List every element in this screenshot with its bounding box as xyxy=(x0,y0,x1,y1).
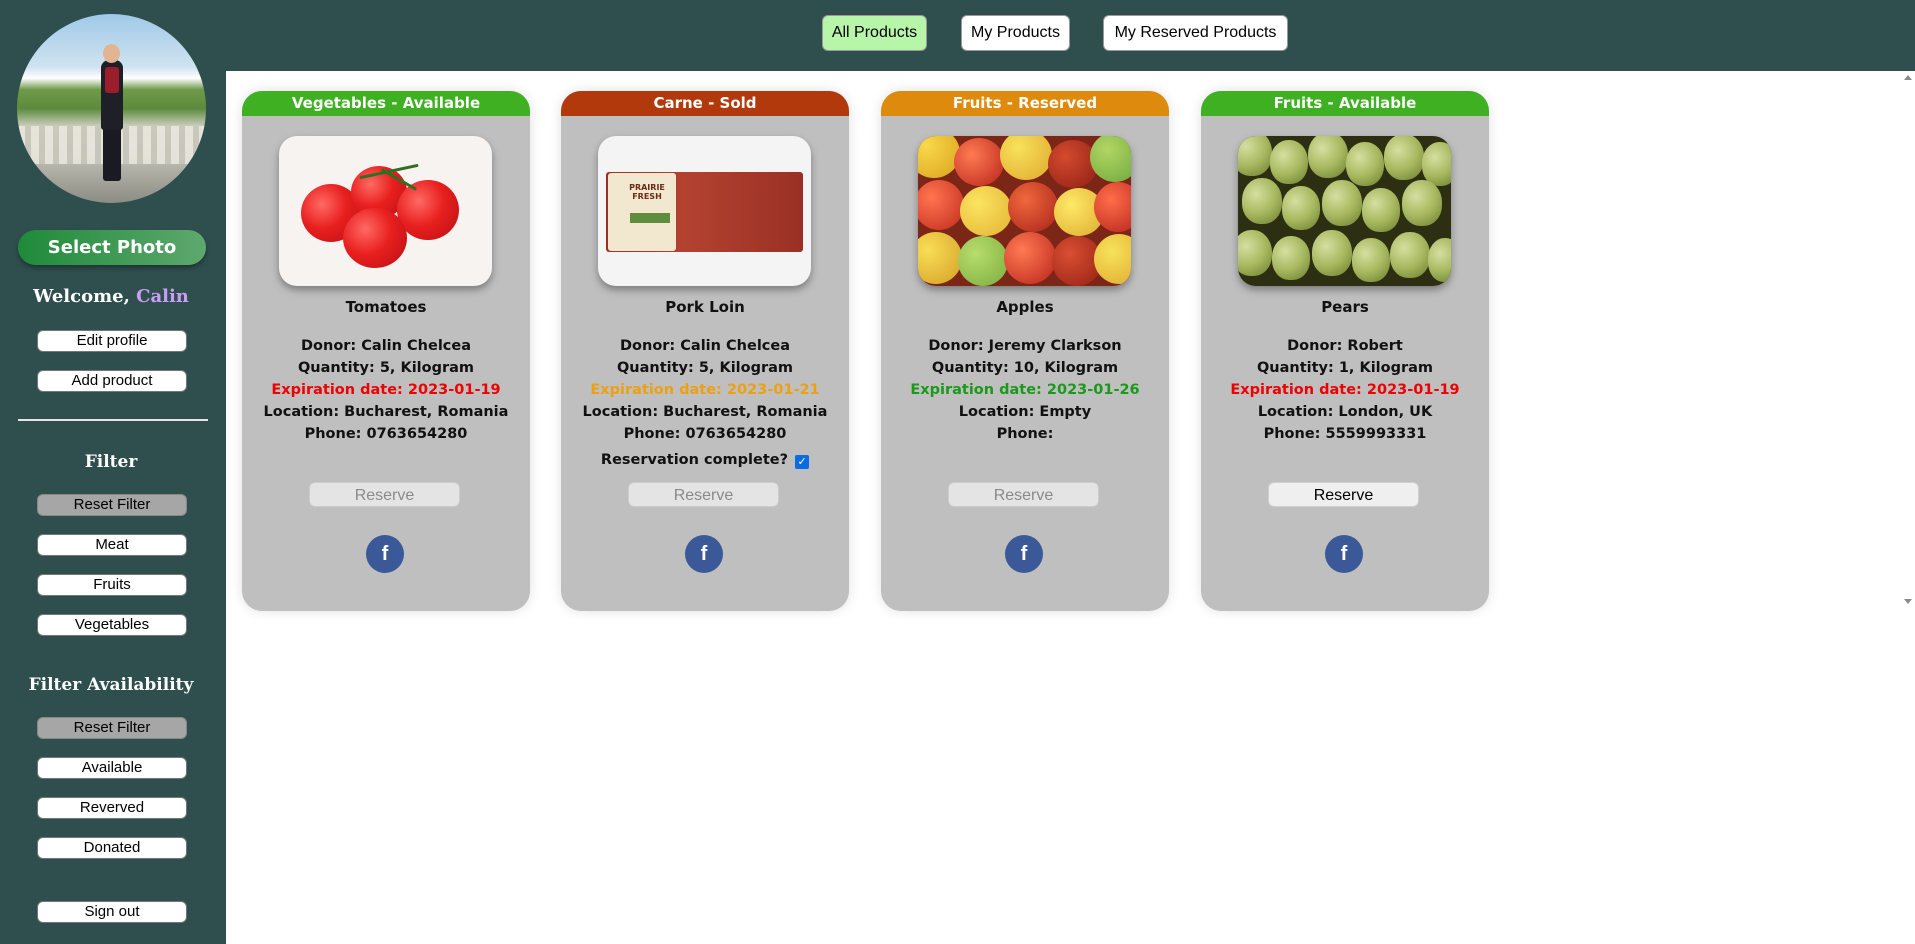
product-quantity: Quantity: 5, Kilogram xyxy=(297,360,475,376)
product-info: Donor: Calin Chelcea Quantity: 5, Kilogr… xyxy=(242,335,530,445)
filter-heading: Filter xyxy=(84,452,138,472)
filter-vegetables-button[interactable]: Vegetables xyxy=(37,614,187,636)
availability-available-button[interactable]: Available xyxy=(37,757,187,779)
product-location: Location: Empty xyxy=(958,404,1092,420)
product-phone: Phone: 0763654280 xyxy=(304,426,468,442)
sidebar-divider xyxy=(18,419,208,421)
availability-heading: Filter Availability xyxy=(28,675,194,695)
product-card-pork-loin: Carne - Sold PRAIRIE FRESH Pork Loin Don… xyxy=(561,91,849,611)
product-quantity: Quantity: 1, Kilogram xyxy=(1256,360,1434,376)
product-donor: Donor: Jeremy Clarkson xyxy=(928,338,1122,354)
avatar-person-shirt xyxy=(105,67,119,93)
scroll-up-icon[interactable] xyxy=(1904,75,1912,80)
product-name: Pears xyxy=(1321,298,1369,316)
tab-all-products[interactable]: All Products xyxy=(822,15,927,51)
avatar-person-legs xyxy=(103,126,121,181)
filter-fruits-button[interactable]: Fruits xyxy=(37,574,187,596)
product-location: Location: London, UK xyxy=(1257,404,1433,420)
product-info: Donor: Calin Chelcea Quantity: 5, Kilogr… xyxy=(561,335,849,445)
package-text: PRAIRIE FRESH xyxy=(629,183,665,201)
scrollbar[interactable] xyxy=(1901,71,1915,609)
availability-donated-button[interactable]: Donated xyxy=(37,837,187,859)
availability-reserved-button[interactable]: Reverved xyxy=(37,797,187,819)
product-location: Location: Bucharest, Romania xyxy=(263,404,509,420)
product-banner: Carne - Sold xyxy=(561,91,849,116)
avatar-person-head xyxy=(103,44,120,63)
scroll-down-icon[interactable] xyxy=(1904,599,1912,604)
product-phone: Phone: xyxy=(996,426,1054,442)
username: Calin xyxy=(136,286,189,307)
reservation-complete-label: Reservation complete? xyxy=(600,452,789,468)
reserve-button[interactable]: Reserve xyxy=(309,482,460,507)
reserve-button[interactable]: Reserve xyxy=(948,482,1099,507)
facebook-icon[interactable]: f xyxy=(366,535,404,573)
sidebar: Select Photo Welcome, Calin Edit profile… xyxy=(0,0,226,944)
add-product-button[interactable]: Add product xyxy=(37,370,187,392)
product-name: Apples xyxy=(996,298,1054,316)
reservation-complete-checkbox[interactable]: ✓ xyxy=(795,455,810,469)
product-banner: Vegetables - Available xyxy=(242,91,530,116)
facebook-icon[interactable]: f xyxy=(685,535,723,573)
tab-my-reserved-products[interactable]: My Reserved Products xyxy=(1103,15,1288,51)
reservation-complete-row: Reservation complete? ✓ xyxy=(561,452,849,469)
product-location: Location: Bucharest, Romania xyxy=(582,404,828,420)
product-quantity: Quantity: 5, Kilogram xyxy=(616,360,794,376)
product-donor: Donor: Calin Chelcea xyxy=(301,338,471,354)
product-phone: Phone: 0763654280 xyxy=(623,426,787,442)
product-expiration: Expiration date: 2023-01-26 xyxy=(910,382,1140,398)
reserve-button[interactable]: Reserve xyxy=(628,482,779,507)
product-banner: Fruits - Reserved xyxy=(881,91,1169,116)
availability-reset-button[interactable]: Reset Filter xyxy=(37,717,187,739)
products-area: Vegetables - Available Tomatoes Donor: C… xyxy=(226,71,1915,944)
product-card-tomatoes: Vegetables - Available Tomatoes Donor: C… xyxy=(242,91,530,611)
product-image xyxy=(1238,136,1451,286)
reserve-button[interactable]: Reserve xyxy=(1268,482,1419,507)
product-info: Donor: Jeremy Clarkson Quantity: 10, Kil… xyxy=(881,335,1169,445)
facebook-icon[interactable]: f xyxy=(1005,535,1043,573)
product-quantity: Quantity: 10, Kilogram xyxy=(931,360,1119,376)
product-donor: Donor: Robert xyxy=(1287,338,1403,354)
select-photo-button[interactable]: Select Photo xyxy=(18,230,206,265)
welcome-message: Welcome, Calin xyxy=(0,286,222,307)
avatar[interactable] xyxy=(17,14,206,203)
product-name: Tomatoes xyxy=(345,298,427,316)
sign-out-button[interactable]: Sign out xyxy=(37,901,187,923)
product-name: Pork Loin xyxy=(665,298,745,316)
facebook-icon[interactable]: f xyxy=(1325,535,1363,573)
product-expiration: Expiration date: 2023-01-19 xyxy=(271,382,501,398)
filter-meat-button[interactable]: Meat xyxy=(37,534,187,556)
product-image xyxy=(279,136,492,286)
product-expiration: Expiration date: 2023-01-19 xyxy=(1230,382,1460,398)
filter-reset-button[interactable]: Reset Filter xyxy=(37,494,187,516)
product-info: Donor: Robert Quantity: 1, Kilogram Expi… xyxy=(1201,335,1489,445)
edit-profile-button[interactable]: Edit profile xyxy=(37,330,187,352)
product-image: PRAIRIE FRESH xyxy=(598,136,811,286)
product-banner: Fruits - Available xyxy=(1201,91,1489,116)
product-card-pears: Fruits - Available Pears Donor: Robert Q… xyxy=(1201,91,1489,611)
product-expiration: Expiration date: 2023-01-21 xyxy=(590,382,820,398)
product-donor: Donor: Calin Chelcea xyxy=(620,338,790,354)
tab-my-products[interactable]: My Products xyxy=(961,15,1070,51)
product-image xyxy=(918,136,1131,286)
product-phone: Phone: 5559993331 xyxy=(1263,426,1427,442)
welcome-prefix: Welcome, xyxy=(33,286,130,307)
product-card-apples: Fruits - Reserved Apples Donor: Jeremy C… xyxy=(881,91,1169,611)
